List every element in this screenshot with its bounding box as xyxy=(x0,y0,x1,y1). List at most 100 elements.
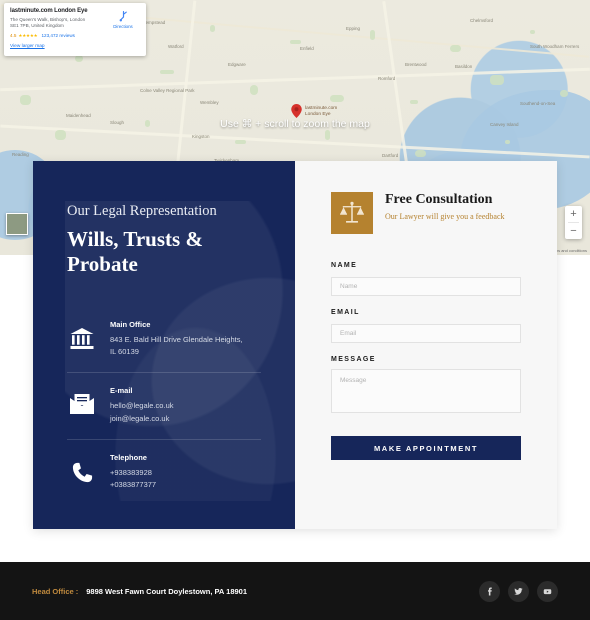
map-rating-value: 4.5 xyxy=(10,33,17,39)
map-review-count[interactable]: 123,472 reviews xyxy=(41,33,74,38)
form-header: Free Consultation Our Lawyer will give y… xyxy=(331,192,521,234)
view-larger-map-link[interactable]: View larger map xyxy=(10,44,140,49)
envelope-icon xyxy=(67,386,97,415)
map-park-area xyxy=(20,95,31,105)
head-office-address: 9898 West Fawn Court Doylestown, PA 1890… xyxy=(86,586,248,596)
contact-value-line2: IL 60139 xyxy=(110,346,139,356)
name-field-group: NAME xyxy=(331,262,521,296)
map-marker-icon[interactable] xyxy=(291,104,302,118)
map-address-line2: SE1 7PB, United Kingdom xyxy=(10,23,64,29)
map-park-area xyxy=(415,150,426,157)
facebook-icon xyxy=(488,586,492,596)
zoom-in-button[interactable]: + xyxy=(565,206,582,222)
contact-info-item-telephone: Telephone +938383928 +0383877377 xyxy=(67,439,261,506)
message-textarea[interactable] xyxy=(331,369,521,413)
contact-info-label: Telephone xyxy=(110,453,147,463)
youtube-icon xyxy=(543,588,552,594)
section-title-line2: Probate xyxy=(67,251,138,276)
name-input[interactable] xyxy=(331,277,521,296)
contact-info-value: +938383928 +0383877377 xyxy=(110,467,156,492)
contact-info-text: Telephone +938383928 +0383877377 xyxy=(110,453,156,492)
map-place-label: Edgware xyxy=(228,62,246,67)
contact-info-label: E-mail xyxy=(110,386,133,396)
map-place-label: South Woodham Ferrers xyxy=(530,44,580,49)
map-place-label: Dartford xyxy=(382,153,399,158)
social-links xyxy=(479,580,558,602)
contact-info-value: hello@legale.co.uk join@legale.co.uk xyxy=(110,400,174,425)
map-place-label: Watford xyxy=(168,44,184,49)
map-marker-label: lastminute.com London Eye xyxy=(305,106,337,118)
phone-icon xyxy=(67,453,97,484)
contact-info-list: Main Office 843 E. Bald Hill Drive Glend… xyxy=(67,307,261,506)
map-park-area xyxy=(75,55,83,62)
map-park-area xyxy=(530,30,535,34)
map-rating-stars: ★★★★★ xyxy=(18,32,38,38)
contact-info-text: Main Office 843 E. Bald Hill Drive Glend… xyxy=(110,320,243,359)
twitter-link[interactable] xyxy=(508,580,529,602)
make-appointment-button[interactable]: MAKE APPOINTMENT xyxy=(331,436,521,460)
form-header-text: Free Consultation Our Lawyer will give y… xyxy=(385,192,505,223)
appointment-form: NAME EMAIL MESSAGE MAKE APPOINTMENT xyxy=(331,262,521,460)
map-park-area xyxy=(450,45,461,52)
map-place-label: Kingston xyxy=(192,134,210,139)
map-street-view-thumbnail[interactable] xyxy=(6,213,28,235)
map-rating-row: 4.5 ★★★★★ 123,472 reviews xyxy=(10,33,140,39)
map-place-label: Wembley xyxy=(200,100,219,105)
contact-section: Our Legal Representation Wills, Trusts &… xyxy=(33,161,557,529)
page-root: Watford Enfield Brentwood Romford Edgware Wem… xyxy=(0,0,590,620)
map-park-area xyxy=(325,130,330,140)
map-park-area xyxy=(505,140,510,144)
map-park-area xyxy=(290,40,301,44)
directions-button[interactable]: Directions xyxy=(106,10,140,29)
form-subtitle: Our Lawyer will give you a feedback xyxy=(385,212,505,222)
contact-info-value: 843 E. Bald Hill Drive Glendale Heights,… xyxy=(110,334,243,359)
map-place-label: Chelmsford xyxy=(470,18,494,23)
youtube-link[interactable] xyxy=(537,580,558,602)
site-footer: Head Office : 9898 West Fawn Court Doyle… xyxy=(0,562,590,620)
map-park-area xyxy=(370,30,375,40)
map-zoom-controls[interactable]: + − xyxy=(565,206,582,239)
zoom-out-button[interactable]: − xyxy=(565,223,582,239)
contact-info-label: Main Office xyxy=(110,319,151,329)
map-park-area xyxy=(160,70,174,74)
form-title: Free Consultation xyxy=(385,192,493,207)
map-place-label: Reading xyxy=(12,152,29,157)
contact-value-line1[interactable]: +938383928 xyxy=(110,468,152,477)
consultation-form-panel: Free Consultation Our Lawyer will give y… xyxy=(295,161,557,529)
map-place-label: Romford xyxy=(378,76,396,81)
bank-icon xyxy=(67,320,97,350)
name-field-label: NAME xyxy=(331,262,358,269)
message-field-group: MESSAGE xyxy=(331,356,521,418)
map-park-area xyxy=(55,130,66,140)
map-place-label: Epping xyxy=(346,26,361,31)
directions-icon xyxy=(119,11,127,22)
section-title-line1: Wills, Trusts & xyxy=(67,227,203,251)
map-park-area xyxy=(560,90,568,97)
twitter-icon xyxy=(514,587,523,595)
contact-value-line1[interactable]: hello@legale.co.uk xyxy=(110,401,174,410)
map-place-label: Southend-on-Sea xyxy=(520,101,556,106)
head-office-label: Head Office : xyxy=(32,586,79,596)
legal-info-panel: Our Legal Representation Wills, Trusts &… xyxy=(33,161,295,529)
email-field-group: EMAIL xyxy=(331,309,521,343)
facebook-link[interactable] xyxy=(479,580,500,602)
contact-value-line2[interactable]: +0383877377 xyxy=(110,480,156,489)
contact-info-item-email: E-mail hello@legale.co.uk join@legale.co… xyxy=(67,372,261,439)
marker-label-line2: London Eye xyxy=(305,111,331,117)
contact-value-line2[interactable]: join@legale.co.uk xyxy=(110,414,169,423)
map-zoom-hint: Use ⌘ + scroll to zoom the map xyxy=(220,118,370,130)
map-place-label: Colne Valley Regional Park xyxy=(140,88,195,93)
contact-value-line1: 843 E. Bald Hill Drive Glendale Heights, xyxy=(110,334,243,344)
section-title: Wills, Trusts & Probate xyxy=(67,227,261,277)
contact-info-text: E-mail hello@legale.co.uk join@legale.co… xyxy=(110,386,174,425)
map-info-card[interactable]: lastminute.com London Eye The Queen's Wa… xyxy=(4,3,146,56)
map-park-area xyxy=(210,25,215,32)
map-park-area xyxy=(490,75,504,85)
message-field-label: MESSAGE xyxy=(331,356,376,363)
map-park-area xyxy=(410,100,418,104)
contact-info-item-main-office: Main Office 843 E. Bald Hill Drive Glend… xyxy=(67,307,261,373)
marker-label-line1: lastminute.com xyxy=(305,106,338,111)
map-place-label: Enfield xyxy=(300,46,314,51)
email-input[interactable] xyxy=(331,324,521,343)
map-place-label: Brentwood xyxy=(405,62,427,67)
